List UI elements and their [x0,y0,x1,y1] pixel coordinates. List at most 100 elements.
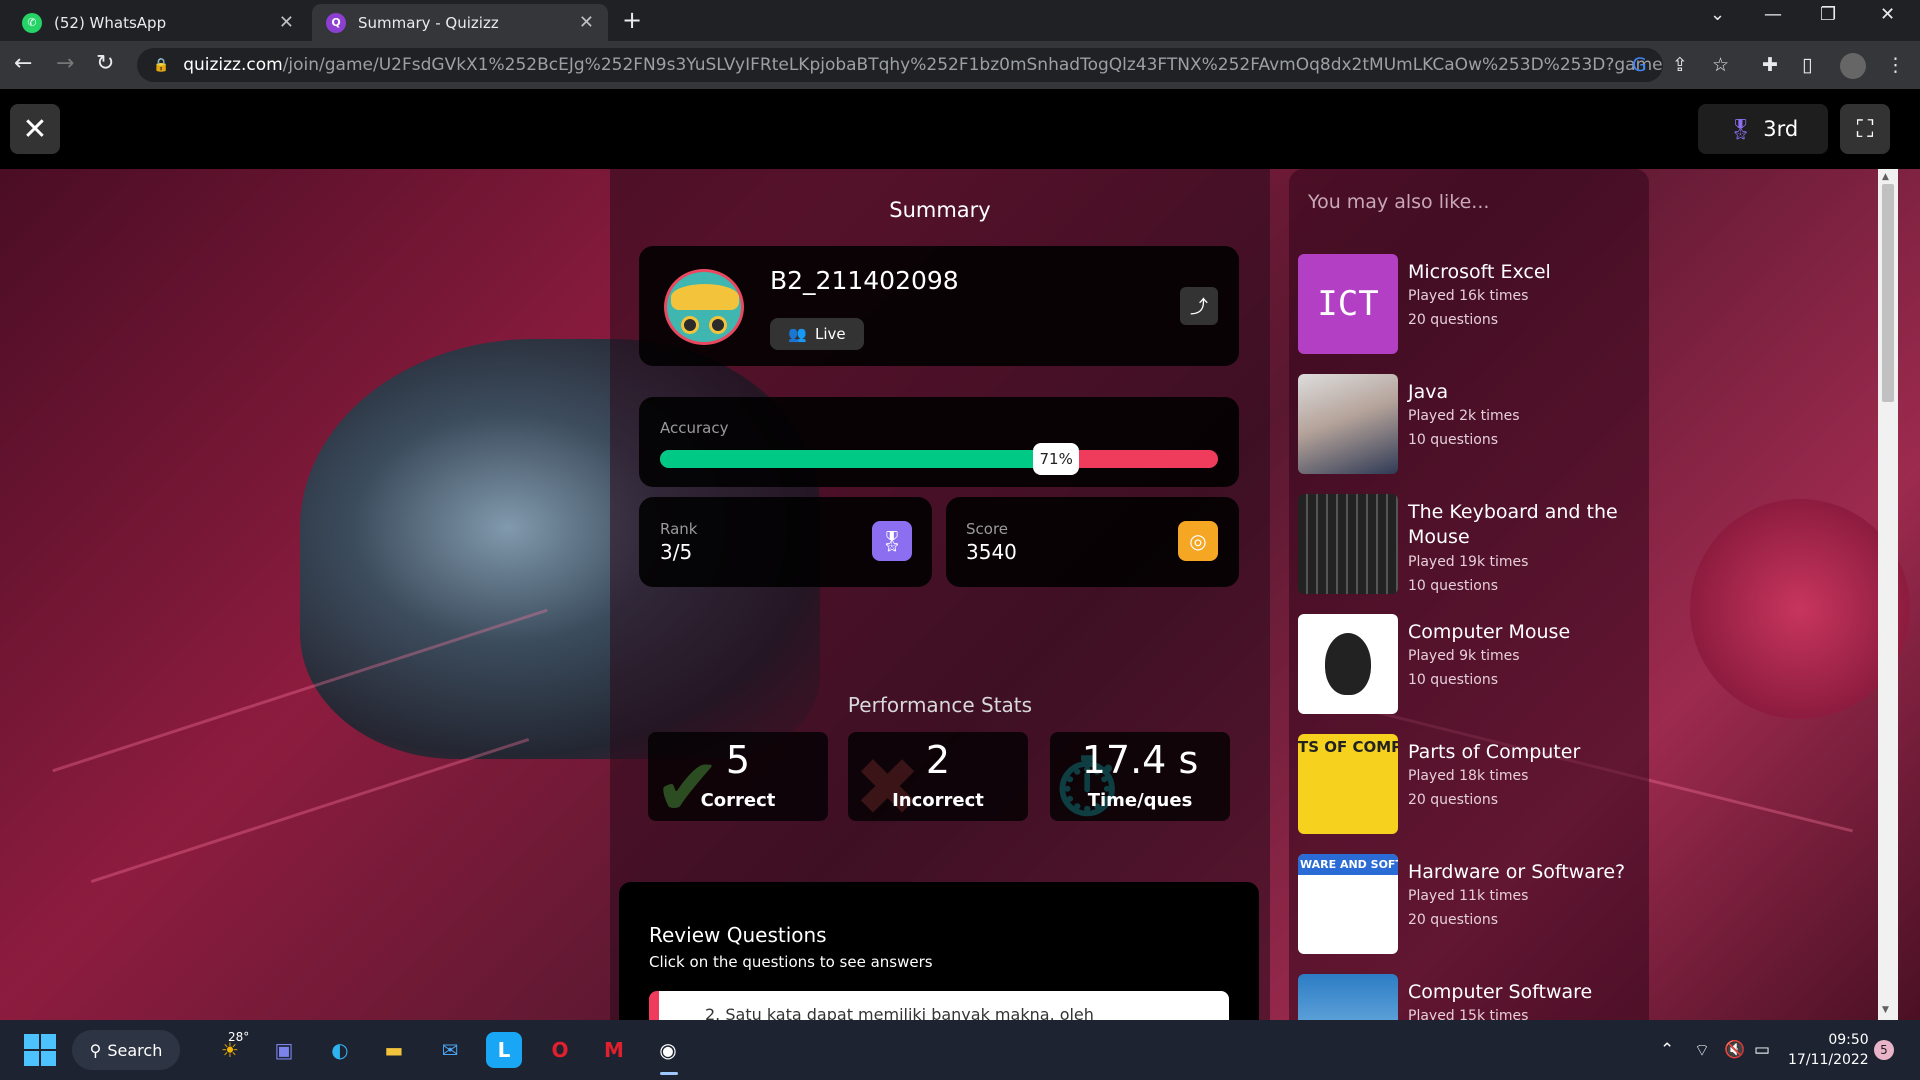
incorrect-stat: ✖ 2 Incorrect [848,732,1028,821]
recommendation-plays: Played 16k times [1408,288,1529,304]
mode-label: Live [815,325,846,343]
sunset-image [1690,499,1910,719]
recommendation-questions: 10 questions [1408,578,1499,594]
score-label: Score [966,520,1009,538]
share-page-icon[interactable]: ⇪ [1672,54,1688,76]
rank-medal-icon: 🎖 [872,521,912,561]
scrollbar-thumb[interactable] [1882,184,1894,402]
recommendation-title: Java [1408,381,1449,403]
url-path: /join/game/U2FsdGVkX1%252BcEJg%252FN9s3Y… [282,55,1663,75]
time-per-question: 17.4 s [1081,738,1199,782]
notification-badge[interactable]: 5 [1874,1040,1894,1060]
time-stat: ⏱ 17.4 s Time/ques [1050,732,1230,821]
mouse-thumbnail [1298,614,1398,714]
tab-whatsapp[interactable]: ✆ (52) WhatsApp ✕ [8,4,308,41]
accuracy-card [639,397,1239,487]
page-scrollbar[interactable]: ▲ ▼ [1878,169,1898,1020]
recommendation-questions: 10 questions [1408,672,1499,688]
recommendation-title: Parts of Computer [1408,741,1581,763]
show-hidden-icons[interactable]: ⌃ [1660,1040,1674,1060]
recommendation-plays: Played 9k times [1408,648,1520,664]
close-window-icon[interactable]: ✕ [1880,4,1895,25]
forward-icon[interactable]: → [56,51,74,76]
close-tab-icon[interactable]: ✕ [579,12,594,33]
start-tile [41,1034,56,1049]
recommendation-item[interactable]: TS OF COMPU Parts of Computer Played 18k… [1298,734,1638,834]
taskbar-clock[interactable]: 09:50 17/11/2022 [1788,1030,1869,1070]
hardware-thumbnail-banner: WARE AND SOFTW [1298,854,1398,875]
tab-quizizz[interactable]: Q Summary - Quizizz ✕ [312,4,608,41]
extensions-icon[interactable]: ✚ [1762,54,1778,76]
recommendation-questions: 20 questions [1408,312,1499,328]
taskbar-search[interactable]: ⚲ Search [72,1030,180,1070]
recommendation-item[interactable]: Java Played 2k times 10 questions [1298,374,1638,474]
minimize-icon[interactable]: — [1764,4,1782,25]
weather-temp: 28° [228,1030,250,1044]
summary-title: Summary [889,198,991,222]
windows-start-icon[interactable] [24,1034,56,1066]
bookmark-star-icon[interactable]: ☆ [1712,54,1729,76]
question-card[interactable]: 2. Satu kata dapat memiliki banyak makna… [649,991,1229,1020]
active-app-indicator [660,1072,678,1075]
new-tab-icon[interactable]: + [622,6,642,34]
tab-search-icon[interactable]: ⌄ [1710,4,1725,25]
mail-icon[interactable]: ✉ [432,1032,468,1068]
google-icon[interactable]: G [1632,54,1647,76]
incorrect-count: 2 [925,738,951,782]
teams-icon[interactable]: ▣ [266,1032,302,1068]
tab-title: (52) WhatsApp [54,13,167,32]
start-tile [41,1051,56,1066]
scroll-down-icon[interactable]: ▼ [1882,1005,1889,1015]
mode-badge: 👥 Live [770,318,864,350]
recommendation-title: Hardware or Software? [1408,861,1626,883]
reload-icon[interactable]: ↻ [96,51,114,76]
recommendation-item[interactable]: ICT Microsoft Excel Played 16k times 20 … [1298,254,1638,354]
wifi-icon[interactable]: ⌔ [1694,1040,1710,1061]
recommendations-title: You may also like... [1308,191,1490,213]
start-tile [24,1051,39,1066]
clock-date: 17/11/2022 [1788,1052,1869,1068]
close-tab-icon[interactable]: ✕ [279,12,294,33]
chrome-icon[interactable]: ◉ [650,1032,686,1068]
fullscreen-button[interactable]: ⛶ [1840,104,1890,154]
share-button[interactable]: ⤴ [1180,287,1218,325]
maximize-icon[interactable]: ❐ [1820,4,1836,25]
avatar-eye [681,316,699,334]
recommendation-title: Computer Software [1408,981,1593,1003]
address-bar[interactable]: 🔒 quizizz.com/join/game/U2FsdGVkX1%252Bc… [137,48,1663,82]
close-quiz-button[interactable]: ✕ [10,104,60,154]
recommendation-plays: Played 15k times [1408,1008,1529,1020]
recommendation-plays: Played 19k times [1408,554,1529,570]
volume-muted-icon[interactable]: 🔇 [1724,1040,1745,1060]
recommendation-item[interactable]: WARE AND SOFTW Hardware or Software? Pla… [1298,854,1638,954]
keyboard-thumbnail [1298,494,1398,594]
opera-icon[interactable]: O [542,1032,578,1068]
recommendation-item[interactable]: Computer Mouse Played 9k times 10 questi… [1298,614,1638,714]
recommendation-questions: 20 questions [1408,792,1499,808]
recommendation-plays: Played 18k times [1408,768,1529,784]
accuracy-bar [660,450,1218,468]
recommendation-item[interactable]: Computer Software Played 15k times [1298,974,1638,1020]
file-explorer-icon[interactable]: ▬ [376,1032,412,1068]
start-tile [24,1034,39,1049]
coins-icon: ◎ [1178,521,1218,561]
scroll-up-icon[interactable]: ▲ [1882,172,1889,182]
back-icon[interactable]: ← [14,51,32,76]
recommendation-item[interactable]: The Keyboard and the Mouse Played 19k ti… [1298,494,1638,594]
group-icon: 👥 [788,325,808,343]
mcafee-icon[interactable]: M [596,1032,632,1068]
l-app-icon[interactable]: L [486,1032,522,1068]
java-thumbnail [1298,374,1398,474]
recommendation-title: The Keyboard and the Mouse [1408,501,1618,548]
share-icon: ⤴ [1190,297,1208,318]
search-label: Search [107,1040,163,1060]
menu-icon[interactable]: ⋮ [1886,54,1905,76]
tab-title: Summary - Quizizz [358,13,499,32]
profile-avatar[interactable] [1840,53,1866,79]
quizizz-icon: Q [326,12,346,33]
accuracy-bar-fill [660,450,1057,468]
side-panel-icon[interactable]: ▯ [1802,54,1812,76]
software-thumbnail [1298,974,1398,1020]
battery-icon[interactable]: ▭ [1754,1040,1770,1060]
edge-icon[interactable]: ◐ [322,1032,358,1068]
